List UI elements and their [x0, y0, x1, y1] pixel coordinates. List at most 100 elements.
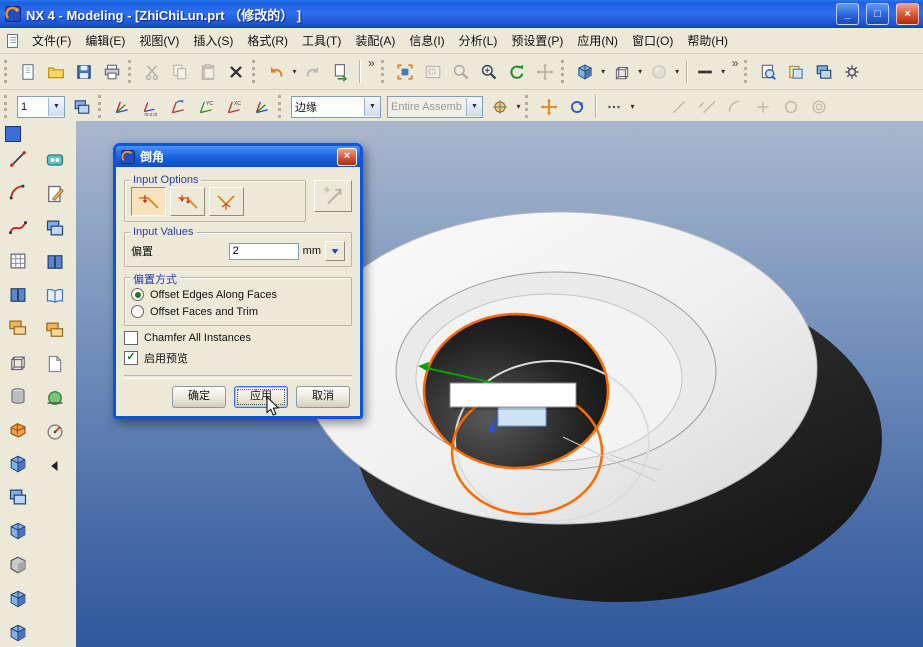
chamfer-type-offset-angle-button[interactable]: [209, 187, 244, 216]
move-object-button[interactable]: [535, 93, 563, 121]
undo-caret[interactable]: ▾: [290, 67, 299, 76]
wireframe-display-button[interactable]: [608, 58, 636, 86]
dock-collapse-button[interactable]: [40, 451, 69, 480]
edge-blend-tool-button[interactable]: [3, 618, 32, 647]
dock-grip[interactable]: [5, 126, 21, 142]
sketch-arc-button[interactable]: [3, 179, 32, 208]
selection-filter-dropdown-arrow[interactable]: ▼: [364, 98, 380, 116]
wcs-set-button[interactable]: XC: [220, 93, 248, 121]
wireframe-box-button[interactable]: [3, 348, 32, 377]
wcs-display-button[interactable]: [248, 93, 276, 121]
offset-edges-radio-row[interactable]: Offset Edges Along Faces: [131, 286, 345, 303]
toolbar-grip[interactable]: [252, 60, 258, 83]
enable-preview-checkbox[interactable]: ✓: [124, 351, 138, 365]
more-tools-button[interactable]: [600, 93, 628, 121]
toolbar-overflow-standard[interactable]: »: [364, 56, 379, 70]
offset-formula-button[interactable]: [325, 241, 345, 261]
menu-item-2[interactable]: 视图(V): [132, 29, 186, 52]
enable-preview-row[interactable]: ✓ 启用预览: [124, 349, 352, 366]
chamfer-type-symmetric-button[interactable]: [131, 187, 166, 216]
chamfer-dialog-titlebar[interactable]: 倒角 ×: [116, 146, 360, 167]
wcs-orient-button[interactable]: YC: [192, 93, 220, 121]
fit-view-button[interactable]: [391, 58, 419, 86]
toolbar-grip[interactable]: [4, 95, 10, 118]
layer-category-button[interactable]: [68, 93, 96, 121]
close-button[interactable]: ×: [896, 3, 919, 25]
snap-point-button[interactable]: [486, 93, 514, 121]
menu-item-3[interactable]: 插入(S): [186, 29, 240, 52]
catalog-books-button[interactable]: [40, 247, 69, 276]
edge-width-caret[interactable]: ▾: [719, 67, 728, 76]
dialog-close-button[interactable]: ×: [337, 148, 357, 166]
edge-width-button[interactable]: [691, 58, 719, 86]
sketch-task-button[interactable]: [40, 179, 69, 208]
more-tools-caret[interactable]: ▾: [628, 102, 637, 111]
menu-item-1[interactable]: 编辑(E): [78, 29, 132, 52]
datum-point-button[interactable]: [40, 383, 69, 412]
menu-item-4[interactable]: 格式(R): [240, 29, 295, 52]
toolbar-grip[interactable]: [525, 95, 531, 118]
open-file-button[interactable]: [42, 58, 70, 86]
toolbar-grip[interactable]: [98, 95, 104, 118]
new-sheet-button[interactable]: [40, 349, 69, 378]
menu-item-10[interactable]: 应用(N): [570, 29, 625, 52]
sketch-line-button[interactable]: [3, 145, 32, 174]
sheet-bodies-button[interactable]: [3, 314, 32, 343]
snap-point-caret[interactable]: ▾: [514, 102, 523, 111]
wcs-dynamics-button[interactable]: [108, 93, 136, 121]
reuse-library-button[interactable]: [40, 315, 69, 344]
sketch-profile-button[interactable]: [3, 246, 32, 275]
menu-item-7[interactable]: 信息(I): [402, 29, 451, 52]
repeat-command-button[interactable]: [327, 58, 355, 86]
chamfer-all-instances-row[interactable]: Chamfer All Instances: [124, 329, 352, 346]
part-navigator-button[interactable]: [3, 280, 32, 309]
offset-edges-radio[interactable]: [131, 288, 144, 301]
rotate-view-button[interactable]: [503, 58, 531, 86]
wcs-origin-button[interactable]: (0,0,0): [136, 93, 164, 121]
selection-filter-combo[interactable]: 边缘▼: [291, 96, 381, 118]
minimize-button[interactable]: _: [836, 3, 859, 25]
chamfer-type-asymmetric-button[interactable]: [170, 187, 205, 216]
work-layer-combo[interactable]: 1▼: [17, 96, 65, 118]
toolbar-grip[interactable]: [278, 95, 284, 118]
menu-item-5[interactable]: 工具(T): [295, 29, 348, 52]
toolbar-grip[interactable]: [561, 60, 567, 83]
chamfer-tool-button[interactable]: [3, 584, 32, 613]
toolbar-grip[interactable]: [4, 60, 10, 83]
undo-button[interactable]: [262, 58, 290, 86]
offset-faces-radio-row[interactable]: Offset Faces and Trim: [131, 303, 345, 320]
onscreen-tooltip[interactable]: [450, 383, 576, 407]
layer-settings-button[interactable]: [810, 58, 838, 86]
apply-button[interactable]: 应用: [234, 386, 288, 408]
cancel-button[interactable]: 取消: [296, 386, 350, 408]
toolbar-grip[interactable]: [744, 60, 750, 83]
wcs-rotate-button[interactable]: [164, 93, 192, 121]
block-tool-button[interactable]: [3, 415, 32, 444]
save-file-button[interactable]: [70, 58, 98, 86]
shaded-display-caret[interactable]: ▾: [599, 67, 608, 76]
datum-plane-button[interactable]: [40, 213, 69, 242]
offset-faces-radio[interactable]: [131, 305, 144, 318]
shaded-display-button[interactable]: [571, 58, 599, 86]
delete-button[interactable]: [222, 58, 250, 86]
toolbar-grip[interactable]: [381, 60, 387, 83]
menu-item-6[interactable]: 装配(A): [348, 29, 402, 52]
datum-csys-button[interactable]: [40, 417, 69, 446]
information-window-button[interactable]: [40, 281, 69, 310]
new-file-button[interactable]: [14, 58, 42, 86]
extrude-tool-button[interactable]: [3, 483, 32, 512]
maximize-button[interactable]: □: [866, 3, 889, 25]
boolean-unite-button[interactable]: [3, 449, 32, 478]
hole-tool-button[interactable]: [3, 551, 32, 580]
menu-item-12[interactable]: 帮助(H): [680, 29, 735, 52]
work-layer-dropdown-arrow[interactable]: ▼: [48, 98, 64, 116]
zoom-in-out-button[interactable]: [475, 58, 503, 86]
revolve-tool-button[interactable]: [3, 517, 32, 546]
rotate-object-button[interactable]: [563, 93, 591, 121]
cylinder-tool-button[interactable]: [3, 382, 32, 411]
ok-button[interactable]: 确定: [172, 386, 226, 408]
menu-item-0[interactable]: 文件(F): [25, 29, 78, 52]
print-button[interactable]: [98, 58, 126, 86]
visualization-preferences-button[interactable]: [838, 58, 866, 86]
toolbar-grip[interactable]: [128, 60, 134, 83]
